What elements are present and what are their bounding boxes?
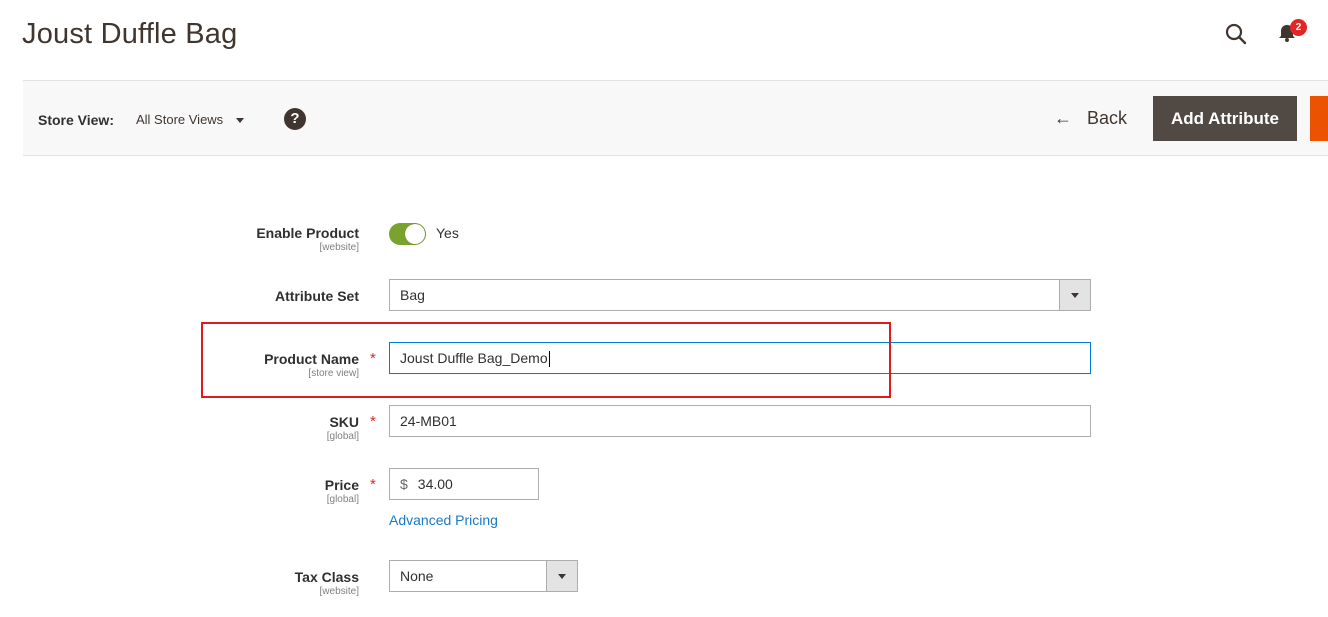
attribute-set-value: Bag xyxy=(400,287,425,303)
add-attribute-button[interactable]: Add Attribute xyxy=(1153,96,1297,141)
page-actions-toolbar: Store View: All Store Views ? ← Back Add… xyxy=(23,80,1328,156)
store-view-value: All Store Views xyxy=(136,112,224,127)
chevron-down-icon xyxy=(1059,280,1090,310)
search-icon[interactable] xyxy=(1224,22,1248,46)
annotation-highlight-box xyxy=(201,322,891,398)
advanced-pricing-link[interactable]: Advanced Pricing xyxy=(389,512,498,528)
attribute-set-label: Attribute Set xyxy=(275,288,359,304)
tax-class-select[interactable]: None xyxy=(389,560,578,592)
notifications-button[interactable]: 2 xyxy=(1276,19,1307,48)
currency-symbol: $ xyxy=(400,476,408,492)
chevron-down-icon xyxy=(546,561,577,591)
toggle-knob xyxy=(405,224,425,244)
back-button[interactable]: ← Back xyxy=(1054,108,1127,129)
enable-product-value: Yes xyxy=(436,225,459,241)
product-edit-page: Joust Duffle Bag 2 Store View: All Store… xyxy=(0,0,1328,617)
store-view-label: Store View: xyxy=(38,112,114,128)
price-scope: [global] xyxy=(326,494,359,505)
sku-input[interactable]: 24-MB01 xyxy=(389,405,1091,437)
tax-class-scope: [website] xyxy=(319,586,359,597)
attribute-set-select[interactable]: Bag xyxy=(389,279,1091,311)
page-title: Joust Duffle Bag xyxy=(22,18,238,50)
enable-product-toggle[interactable] xyxy=(389,223,426,245)
enable-product-label: Enable Product xyxy=(256,225,359,241)
tax-class-label: Tax Class xyxy=(294,569,359,585)
store-view-switcher[interactable]: All Store Views xyxy=(136,112,244,127)
required-marker: * xyxy=(370,476,376,493)
back-label: Back xyxy=(1087,108,1128,128)
sku-value: 24-MB01 xyxy=(400,413,457,429)
price-value: 34.00 xyxy=(417,476,453,492)
arrow-left-icon: ← xyxy=(1054,108,1072,128)
enable-product-scope: [website] xyxy=(319,242,359,253)
tax-class-value: None xyxy=(400,568,434,584)
save-button[interactable] xyxy=(1310,96,1328,141)
sku-scope: [global] xyxy=(326,431,359,442)
sku-label: SKU xyxy=(329,414,359,430)
help-icon[interactable]: ? xyxy=(284,108,306,130)
price-label: Price xyxy=(324,477,359,493)
notification-count-badge: 2 xyxy=(1290,19,1307,36)
required-marker: * xyxy=(370,413,376,430)
price-input[interactable]: $34.00 xyxy=(389,468,539,500)
dropdown-arrow-icon xyxy=(235,118,244,124)
